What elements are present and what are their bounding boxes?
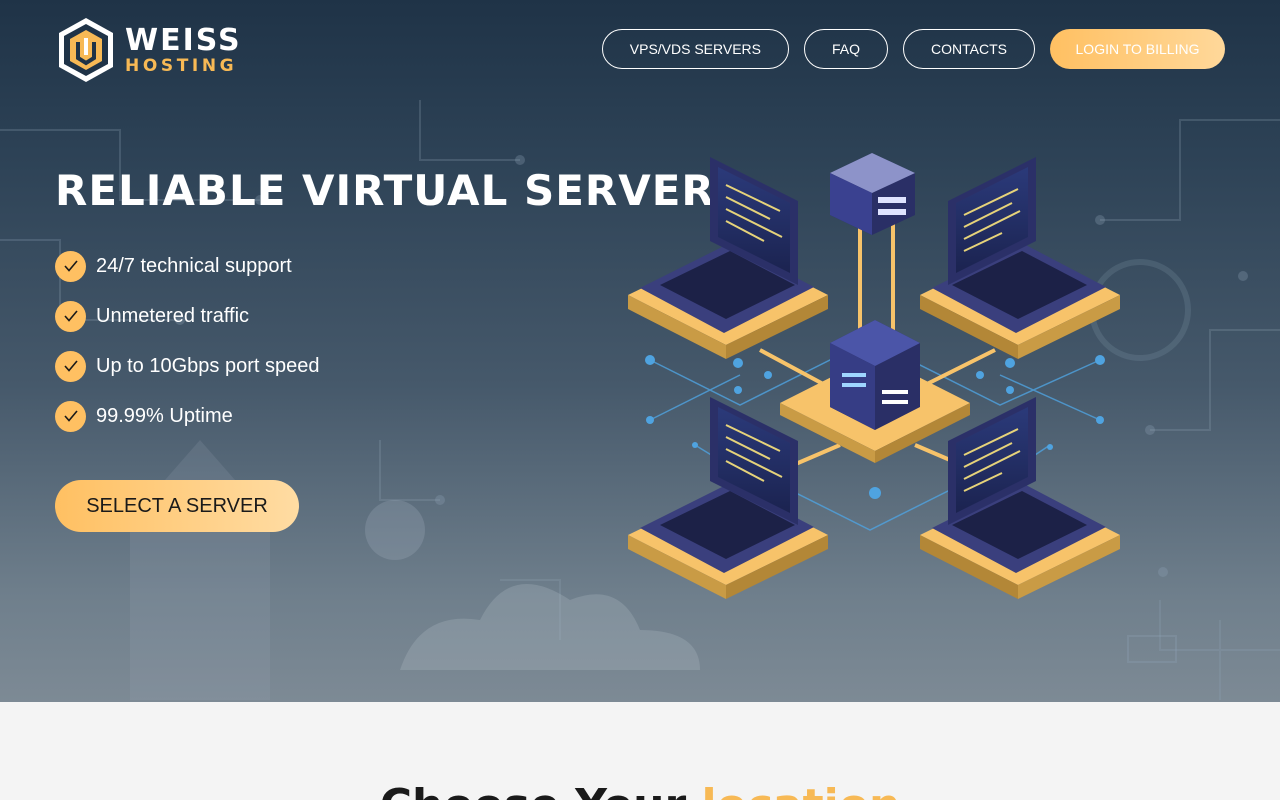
login-billing-button[interactable]: LOGIN TO BILLING [1050, 29, 1225, 69]
section-title-start: Choose Your [380, 780, 702, 800]
central-platform [780, 320, 970, 463]
laptop-top-left [628, 157, 828, 359]
feature-item: Up to 10Gbps port speed [55, 350, 319, 382]
server-network-illustration [628, 153, 1120, 599]
feature-list: 24/7 technical support Unmetered traffic… [55, 250, 319, 450]
nav-vps-vds-servers[interactable]: VPS/VDS SERVERS [601, 29, 790, 69]
hero-section: WEISS HOSTING VPS/VDS SERVERS FAQ CONTAC… [0, 0, 1280, 702]
feature-label: 99.99% Uptime [96, 404, 233, 427]
top-server [830, 153, 915, 235]
logo-text-bottom: HOSTING [125, 55, 238, 76]
section-title: Choose Your location [0, 780, 1280, 800]
logo-icon [59, 18, 113, 82]
nav-faq[interactable]: FAQ [804, 29, 889, 69]
check-icon [55, 400, 86, 432]
laptop-bottom-right [920, 397, 1120, 599]
feature-label: Up to 10Gbps port speed [96, 354, 320, 377]
section-title-accent: location [702, 780, 901, 800]
feature-label: Unmetered traffic [96, 304, 250, 327]
check-icon [55, 300, 86, 332]
feature-item: 99.99% Uptime [55, 400, 319, 432]
brand-logo[interactable]: WEISS HOSTING [55, 15, 242, 85]
feature-item: Unmetered traffic [55, 300, 319, 332]
check-icon [55, 250, 86, 282]
feature-label: 24/7 technical support [96, 254, 292, 277]
laptop-bottom-left [628, 397, 828, 599]
nav-contacts[interactable]: CONTACTS [903, 29, 1035, 69]
logo-text-top: WEISS [125, 22, 242, 58]
select-server-button[interactable]: SELECT A SERVER [55, 480, 299, 532]
main-nav: VPS/VDS SERVERS FAQ CONTACTS LOGIN TO BI… [601, 29, 1225, 69]
laptop-top-right [920, 157, 1120, 359]
feature-item: 24/7 technical support [55, 250, 319, 282]
check-icon [55, 350, 86, 382]
